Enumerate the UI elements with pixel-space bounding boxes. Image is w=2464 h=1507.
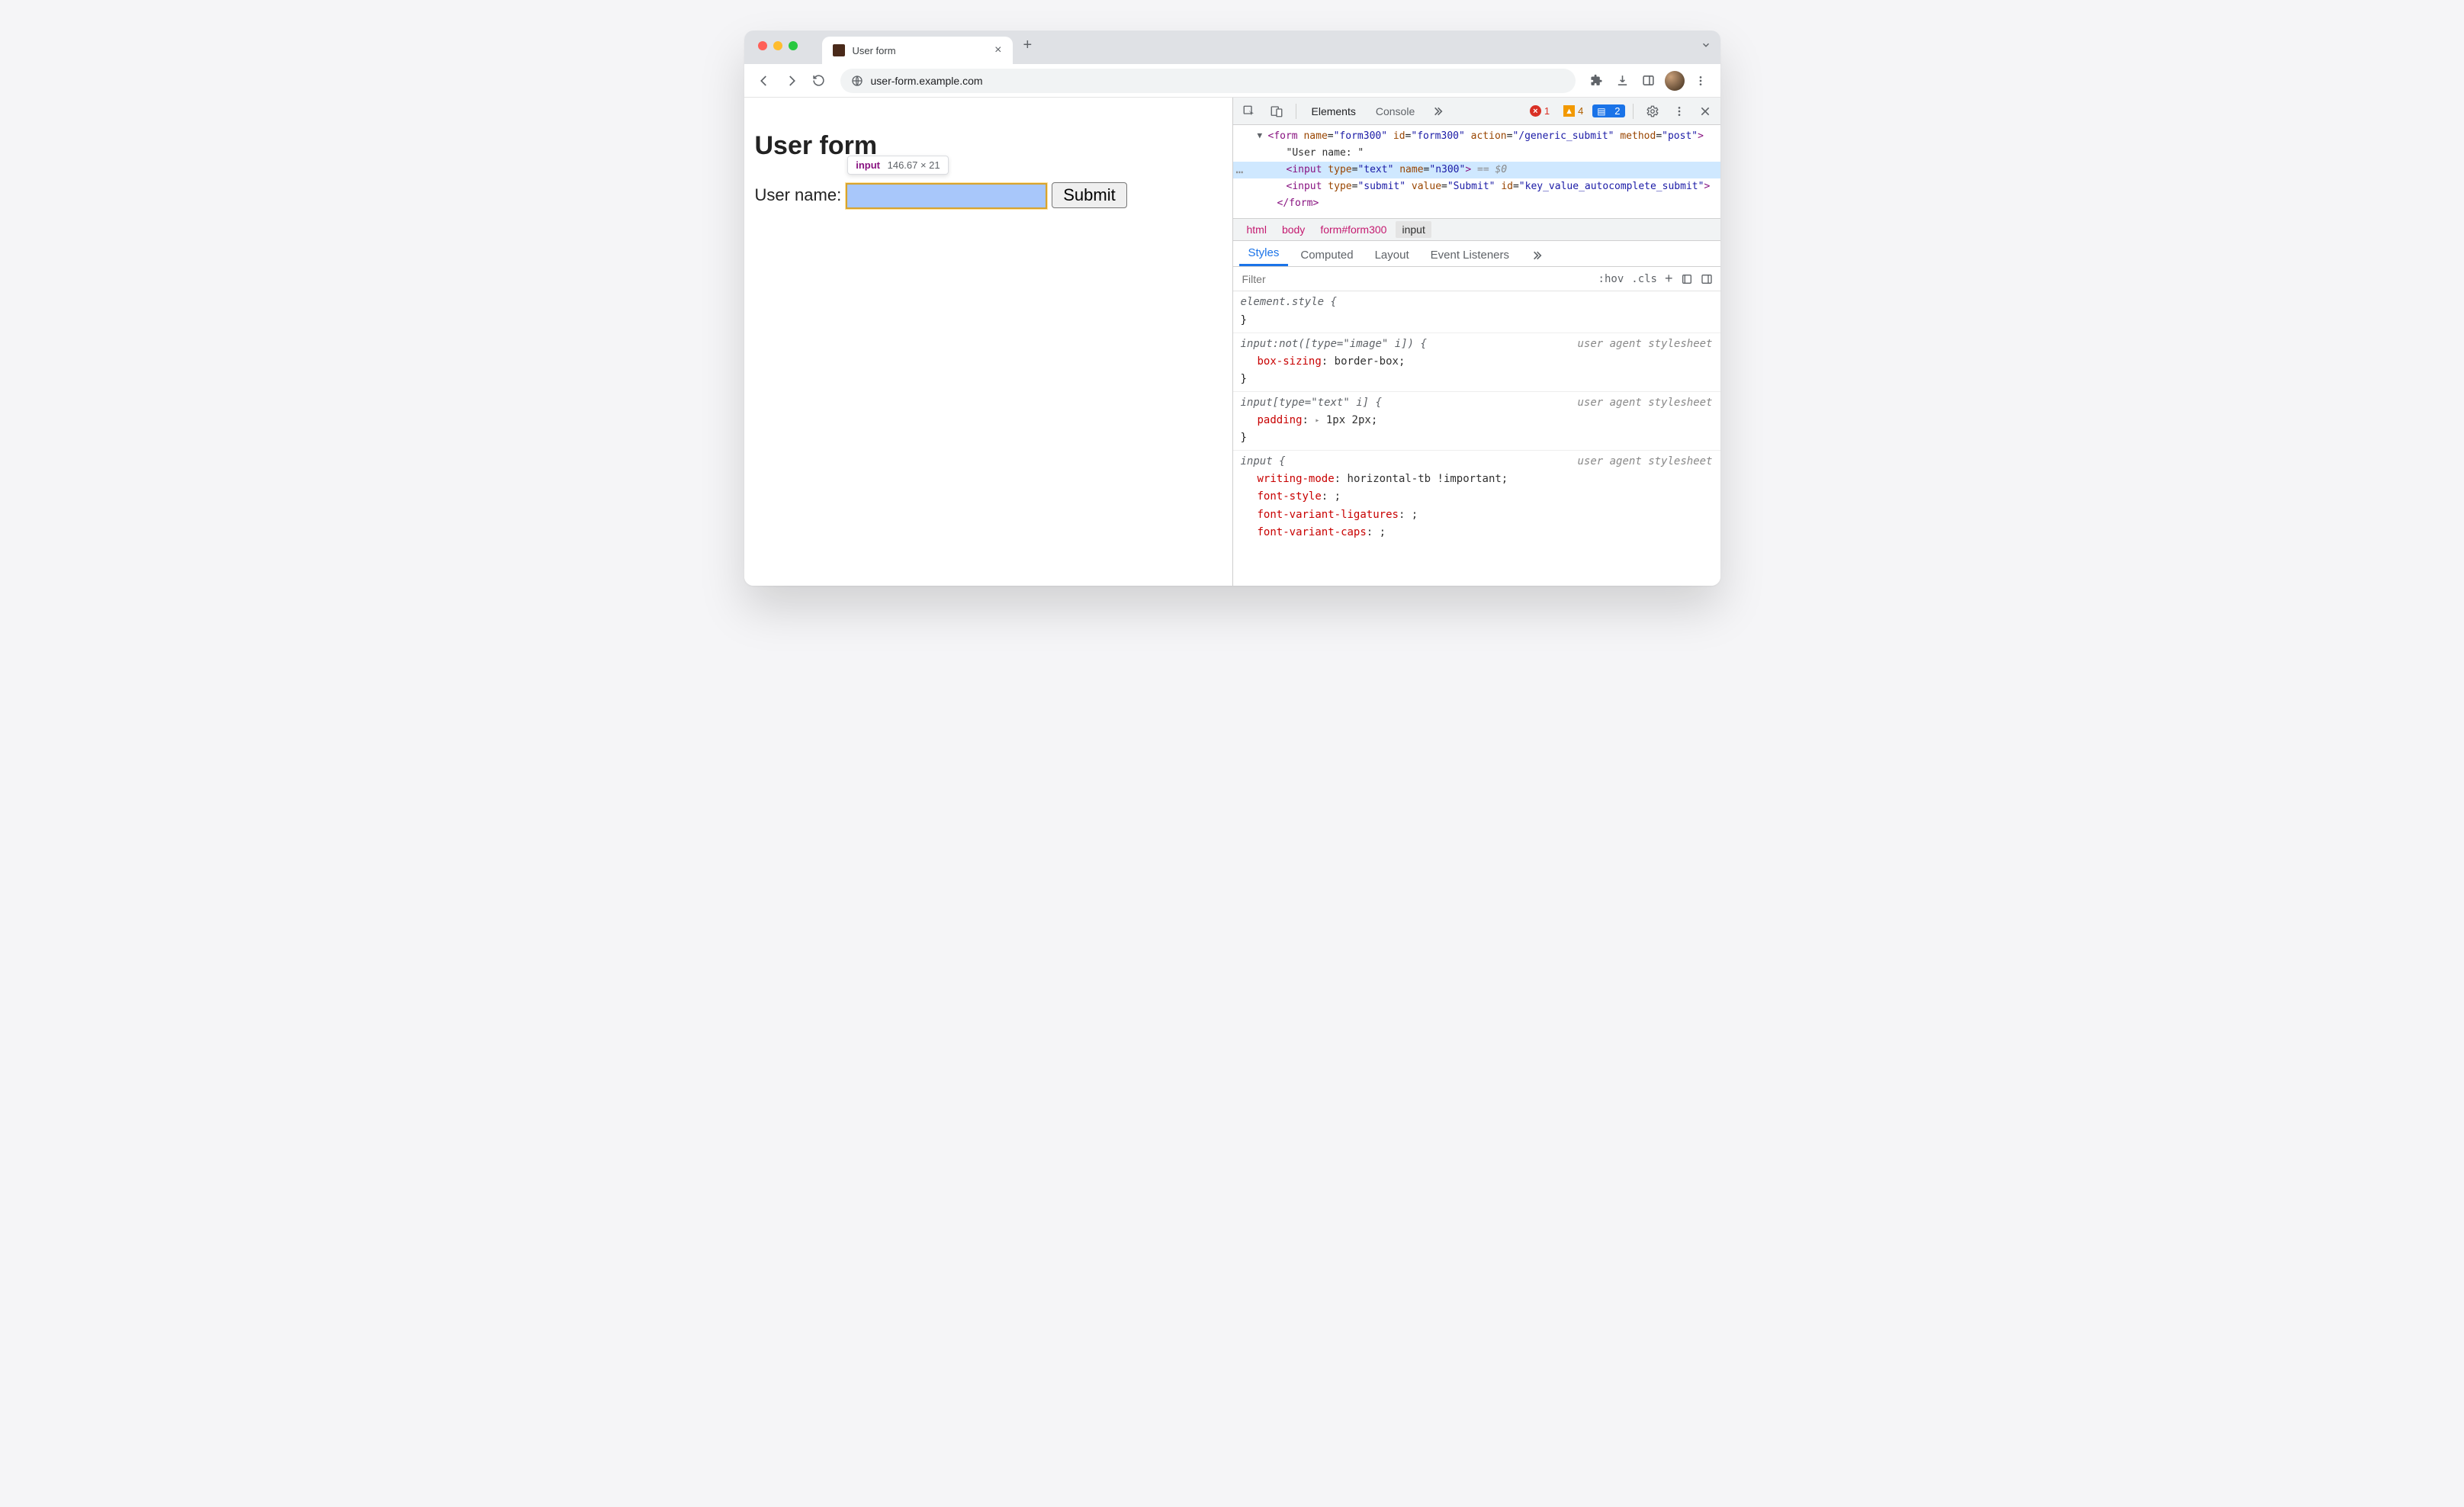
browser-tab[interactable]: User form × [822,37,1013,64]
cls-toggle[interactable]: .cls [1631,273,1657,285]
inspect-element-icon[interactable] [1238,101,1261,121]
address-bar[interactable]: user-form.example.com [840,69,1576,93]
devtools-toolbar: Elements Console ×1 ▲4 ▤ 2 [1233,98,1720,125]
tooltip-dims: 146.67 × 21 [888,159,940,171]
inspect-tooltip: input 146.67 × 21 [847,156,948,175]
content-area: User form User name: input 146.67 × 21 S… [744,98,1720,586]
back-button[interactable] [752,69,776,93]
rule-input-not-image[interactable]: user agent stylesheet input:not([type="i… [1233,333,1720,392]
new-style-rule-icon[interactable]: + [1665,271,1673,287]
warning-count[interactable]: ▲4 [1559,104,1588,117]
rule-input[interactable]: user agent stylesheet input { writing-mo… [1233,451,1720,544]
subtab-styles[interactable]: Styles [1239,242,1289,266]
caret-down-icon[interactable]: ▼ [1258,129,1263,143]
devtools-panel: Elements Console ×1 ▲4 ▤ 2 [1232,98,1720,586]
styles-subtabs: Styles Computed Layout Event Listeners [1233,241,1720,267]
favicon-icon [833,44,845,56]
devtools-menu-icon[interactable] [1669,102,1690,120]
reload-button[interactable] [807,69,831,93]
dom-selected-node[interactable]: ⋯ <input type="text" name="n300"> == $0 [1233,162,1720,178]
crumb-input[interactable]: input [1396,221,1431,238]
toggle-rendering-icon[interactable] [1701,273,1713,285]
url-text: user-form.example.com [871,75,983,87]
issues-count[interactable]: ▤ 2 [1592,104,1624,117]
tab-title: User form [853,45,988,56]
username-label: User name: [755,185,842,205]
form-row: User name: input 146.67 × 21 Submit [755,182,1222,208]
profile-avatar[interactable] [1662,69,1687,93]
crumb-html[interactable]: html [1241,221,1273,238]
minimize-window-button[interactable] [773,41,782,50]
separator [1633,104,1634,119]
settings-icon[interactable] [1641,101,1664,121]
dom-node-submit[interactable]: <input type="submit" value="Submit" id="… [1233,178,1720,195]
error-icon: × [1530,105,1541,117]
browser-window: User form × + user-form.example.com [744,31,1720,586]
maximize-window-button[interactable] [789,41,798,50]
toolbar: user-form.example.com [744,64,1720,98]
issue-icon: ▤ [1597,106,1605,117]
extensions-icon[interactable] [1585,69,1609,93]
stylesheet-source: user agent stylesheet [1577,336,1712,353]
rendered-page: User form User name: input 146.67 × 21 S… [744,98,1232,586]
device-toolbar-icon[interactable] [1265,101,1288,121]
more-tabs-icon[interactable] [1427,102,1448,120]
tab-console[interactable]: Console [1368,101,1422,122]
stylesheet-source: user agent stylesheet [1577,394,1712,412]
dom-node-form[interactable]: ▼ <form name="form300" id="form300" acti… [1233,128,1720,145]
styles-pane[interactable]: element.style { } user agent stylesheet … [1233,291,1720,586]
side-panel-icon[interactable] [1637,69,1661,93]
error-count[interactable]: ×1 [1525,104,1554,117]
hov-toggle[interactable]: :hov [1598,273,1624,285]
warning-icon: ▲ [1563,105,1575,117]
toolbar-right [1585,69,1713,93]
subtab-event-listeners[interactable]: Event Listeners [1422,244,1518,266]
tab-elements[interactable]: Elements [1304,101,1364,122]
crumb-body[interactable]: body [1276,221,1311,238]
submit-button[interactable]: Submit [1052,182,1126,208]
styles-filter-input[interactable] [1241,272,1591,286]
downloads-icon[interactable] [1611,69,1635,93]
computed-sidebar-icon[interactable] [1681,273,1693,285]
chrome-menu-icon[interactable] [1688,69,1713,93]
page-heading: User form [755,131,1222,161]
stylesheet-source: user agent stylesheet [1577,453,1712,471]
crumb-form[interactable]: form#form300 [1314,221,1393,238]
tooltip-tag: input [856,159,880,171]
tab-strip: User form × + [744,31,1720,64]
dom-text-node[interactable]: "User name: " [1233,145,1720,162]
dom-node-form-close[interactable]: </form> [1233,195,1720,212]
site-info-icon[interactable] [851,75,863,87]
rule-element-style[interactable]: element.style { } [1233,291,1720,333]
close-devtools-icon[interactable] [1695,102,1716,120]
styles-filter-row: :hov .cls + [1233,267,1720,291]
dom-breadcrumb: html body form#form300 input [1233,218,1720,241]
forward-button[interactable] [779,69,804,93]
tab-close-icon[interactable]: × [994,44,1001,56]
close-window-button[interactable] [758,41,767,50]
window-controls [758,41,798,50]
subtab-layout[interactable]: Layout [1366,244,1418,266]
new-tab-button[interactable]: + [1023,37,1033,57]
subtab-computed[interactable]: Computed [1291,244,1362,266]
rule-input-text[interactable]: user agent stylesheet input[type="text" … [1233,392,1720,451]
username-input[interactable]: input 146.67 × 21 [847,185,1046,207]
tabs-dropdown-icon[interactable] [1701,40,1711,55]
more-subtabs-icon[interactable] [1521,245,1552,266]
dom-tree[interactable]: ▼ <form name="form300" id="form300" acti… [1233,125,1720,218]
